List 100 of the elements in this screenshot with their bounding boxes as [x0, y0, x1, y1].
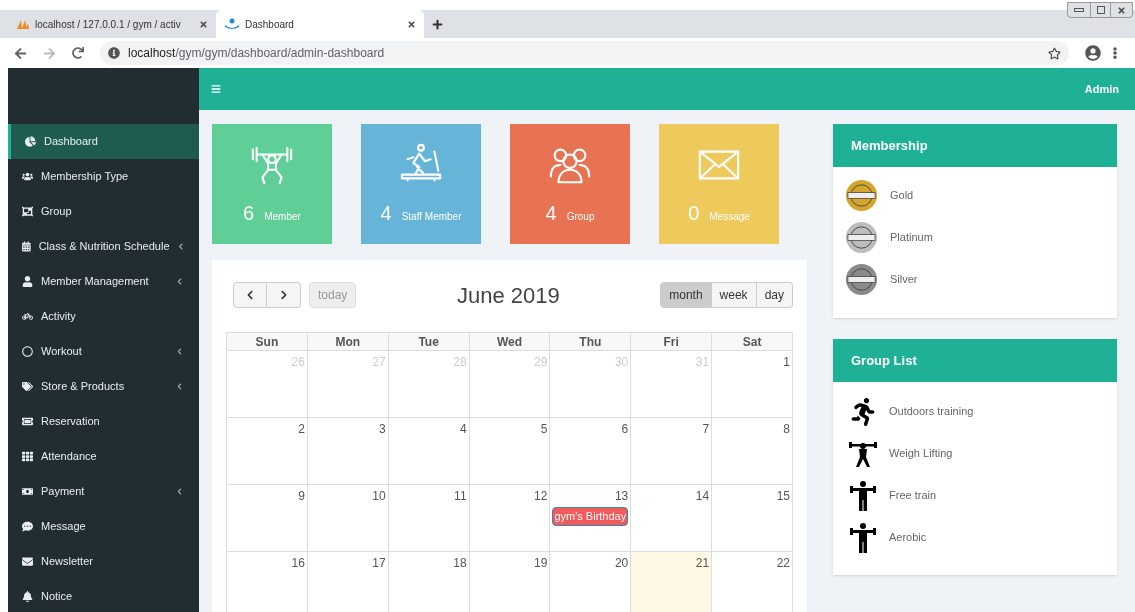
day-cell[interactable]: 16 [227, 552, 308, 612]
day-number: 2 [298, 421, 305, 438]
tab-title: localhost / 127.0.0.1 / gym / activ [35, 17, 182, 32]
view-button[interactable]: day [756, 282, 793, 308]
day-cell[interactable]: 3 [307, 418, 389, 485]
calendar-icon [22, 241, 31, 252]
day-cell[interactable]: 5 [469, 418, 551, 485]
membership-name: Silver [890, 272, 918, 288]
day-cell[interactable]: 18 [388, 552, 470, 612]
day-number: 19 [534, 555, 548, 572]
close-icon[interactable] [407, 19, 416, 29]
day-number: 3 [379, 421, 386, 438]
ticket-icon [22, 416, 33, 427]
sidebar-item[interactable]: Dashboard [8, 124, 199, 159]
day-cell[interactable]: 13 gym's Birthday [550, 485, 632, 552]
day-cell[interactable]: 8 [712, 418, 793, 485]
back-icon[interactable] [14, 46, 27, 60]
day-cell[interactable]: 17 [307, 552, 389, 612]
sidebar-label: Membership Type [41, 169, 130, 185]
group-icon [22, 206, 33, 217]
profile-icon[interactable] [1085, 45, 1101, 61]
day-number: 1 [783, 354, 790, 371]
weekday-header: Sun [227, 333, 308, 351]
day-number: 16 [291, 555, 305, 572]
day-number: 15 [776, 488, 790, 505]
day-cell[interactable]: 11 [388, 485, 470, 552]
day-number: 13 [614, 488, 629, 505]
day-number: 7 [702, 421, 710, 438]
bookmark-star-icon[interactable] [1048, 46, 1061, 60]
day-cell[interactable]: 2 [227, 418, 308, 485]
chevron-right-icon [278, 290, 289, 300]
sidebar-item[interactable]: Member Management [8, 264, 199, 299]
runner-icon [849, 397, 877, 426]
stat-label: Staff Member [401, 210, 462, 224]
day-cell[interactable]: 7 [631, 418, 713, 485]
day-cell[interactable]: 1 [712, 351, 793, 418]
card-title: Group List [851, 351, 917, 370]
new-tab-icon[interactable] [432, 19, 443, 30]
day-cell[interactable]: 6 [550, 418, 632, 485]
day-number: 21 [695, 555, 710, 572]
sidebar-label: Message [41, 519, 87, 535]
sidebar-item[interactable]: Class & Nutrition Schedule [8, 229, 199, 264]
day-number: 9 [298, 488, 305, 505]
day-cell[interactable]: 4 [388, 418, 470, 485]
weekday-header: Wed [469, 333, 551, 351]
day-number: 17 [372, 555, 386, 572]
sidebar-item[interactable]: Newsletter [8, 544, 199, 579]
close-icon[interactable] [199, 19, 208, 29]
sidebar-item[interactable]: Notice [8, 579, 199, 612]
day-cell[interactable]: 12 [469, 485, 551, 552]
view-button[interactable]: month [660, 282, 712, 308]
group-name: Free train [889, 488, 937, 504]
reload-icon[interactable] [72, 47, 84, 59]
browser-tab[interactable]: Dashboard [216, 10, 424, 38]
day-cell[interactable]: 9 [227, 485, 308, 552]
group-name: Aerobic [889, 530, 927, 546]
grid-icon [22, 451, 33, 462]
day-number: 8 [783, 421, 790, 438]
day-cell[interactable]: 22 [712, 552, 793, 612]
stat-count: 4 [545, 201, 557, 226]
day-number: 5 [540, 421, 548, 438]
day-number: 11 [454, 488, 467, 505]
view-button[interactable]: week [711, 282, 757, 308]
bicycle-icon [22, 311, 33, 322]
money-icon [22, 486, 33, 497]
bell-icon [22, 591, 33, 602]
stat-label: Message [709, 210, 750, 224]
sidebar-label: Notice [41, 589, 74, 605]
sidebar-item[interactable]: Activity [8, 299, 199, 334]
group-name: Weigh Lifting [889, 446, 953, 462]
sidebar-item[interactable]: Message [8, 509, 199, 544]
stat-count: 4 [380, 201, 392, 226]
day-number: 14 [695, 488, 710, 505]
chat-icon [22, 521, 33, 532]
day-cell[interactable]: 21 [631, 552, 713, 612]
day-cell[interactable]: 15 [712, 485, 793, 552]
address-bar[interactable]: localhost/gym/gym/dashboard/admin-dashboard [100, 41, 1069, 65]
sidebar-item[interactable]: Membership Type [8, 159, 199, 194]
stat-label: Group [566, 210, 595, 224]
day-cell[interactable]: 10 [307, 485, 389, 552]
sidebar-item[interactable]: Store & Products [8, 369, 199, 404]
group-name: Outdoors training [889, 404, 974, 420]
day-cell[interactable]: 19 [469, 552, 551, 612]
sidebar-label: Newsletter [41, 554, 94, 570]
sidebar-label: Workout [41, 344, 83, 360]
stat-count: 0 [688, 201, 700, 226]
day-number: 12 [534, 488, 548, 505]
sidebar-item[interactable]: Workout [8, 334, 199, 369]
sidebar-item[interactable]: Payment [8, 474, 199, 509]
sidebar-label: Class & Nutrition Schedule [38, 239, 170, 255]
day-number: 20 [614, 555, 629, 572]
dumbbell-figure-icon [849, 480, 877, 511]
day-number: 10 [372, 488, 386, 505]
membership-name: Gold [890, 188, 914, 204]
sidebar-item[interactable]: Attendance [8, 439, 199, 474]
card-title: Membership [851, 136, 928, 155]
sidebar-item[interactable]: Reservation [8, 404, 199, 439]
sidebar-item[interactable]: Group [8, 194, 199, 229]
day-number: 22 [776, 555, 790, 572]
stat-count: 6 [243, 201, 255, 226]
